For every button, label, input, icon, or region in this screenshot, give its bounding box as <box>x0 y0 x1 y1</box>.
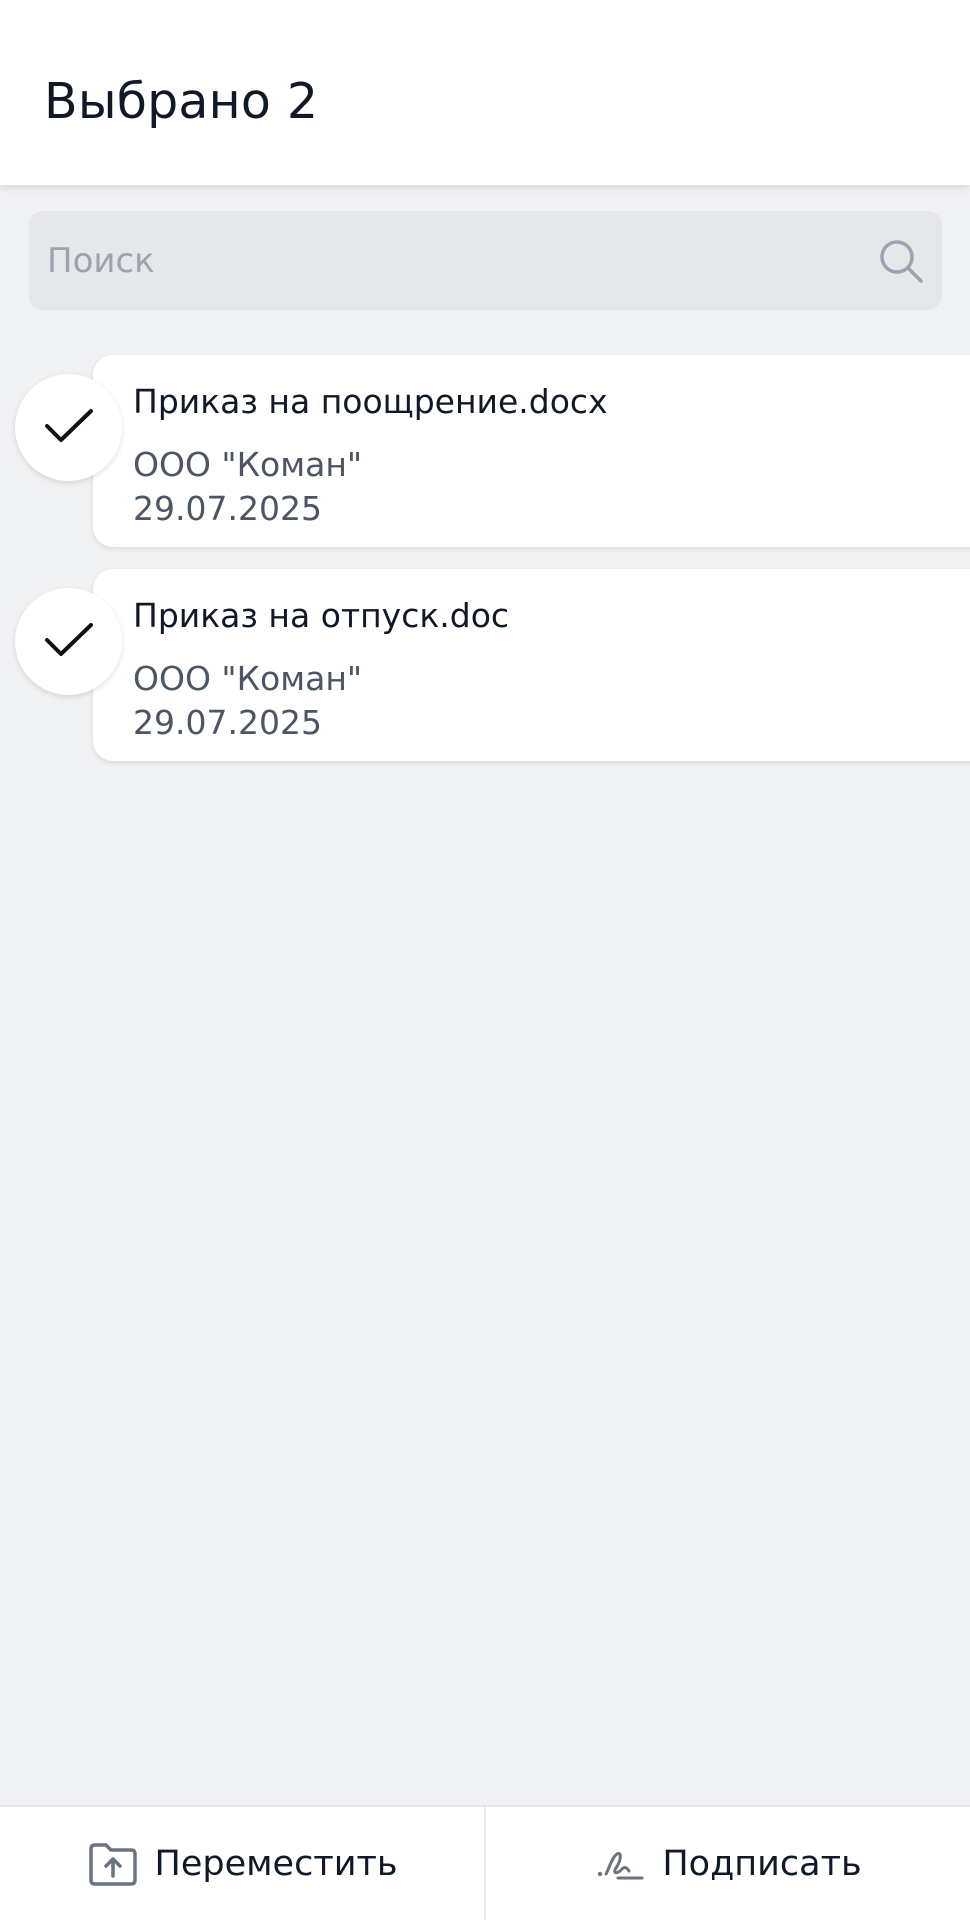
folder-upload-icon <box>87 1841 139 1887</box>
selection-header: Выбрано 2 <box>0 0 970 185</box>
search-bar[interactable] <box>29 211 942 310</box>
list-item[interactable]: Приказ на отпуск.doc ООО "Коман" 29.07.2… <box>0 569 970 761</box>
bottom-action-bar: Переместить Подписать <box>0 1805 970 1920</box>
move-button-label: Переместить <box>154 1843 398 1884</box>
document-card[interactable]: Приказ на поощрение.docx ООО "Коман" 29.… <box>93 355 970 547</box>
sign-button[interactable]: Подписать <box>486 1807 970 1920</box>
checkmark-icon <box>43 620 95 664</box>
page-title: Выбрано 2 <box>44 73 319 130</box>
sign-button-label: Подписать <box>662 1843 862 1884</box>
signature-icon <box>594 1841 646 1887</box>
document-date: 29.07.2025 <box>133 703 322 742</box>
move-button[interactable]: Переместить <box>0 1807 484 1920</box>
checkmark-icon <box>43 406 95 450</box>
search-icon[interactable] <box>877 237 925 285</box>
document-organization: ООО "Коман" <box>133 445 363 484</box>
selection-checkbox[interactable] <box>15 588 122 695</box>
document-title: Приказ на отпуск.doc <box>133 596 510 635</box>
document-title: Приказ на поощрение.docx <box>133 382 608 421</box>
list-item[interactable]: Приказ на поощрение.docx ООО "Коман" 29.… <box>0 355 970 547</box>
document-card[interactable]: Приказ на отпуск.doc ООО "Коман" 29.07.2… <box>93 569 970 761</box>
document-date: 29.07.2025 <box>133 489 322 528</box>
app-screen: Выбрано 2 Приказ на поощрение.docx ООО "… <box>0 0 970 1920</box>
document-organization: ООО "Коман" <box>133 659 363 698</box>
search-input[interactable] <box>47 211 867 310</box>
selection-checkbox[interactable] <box>15 374 122 481</box>
